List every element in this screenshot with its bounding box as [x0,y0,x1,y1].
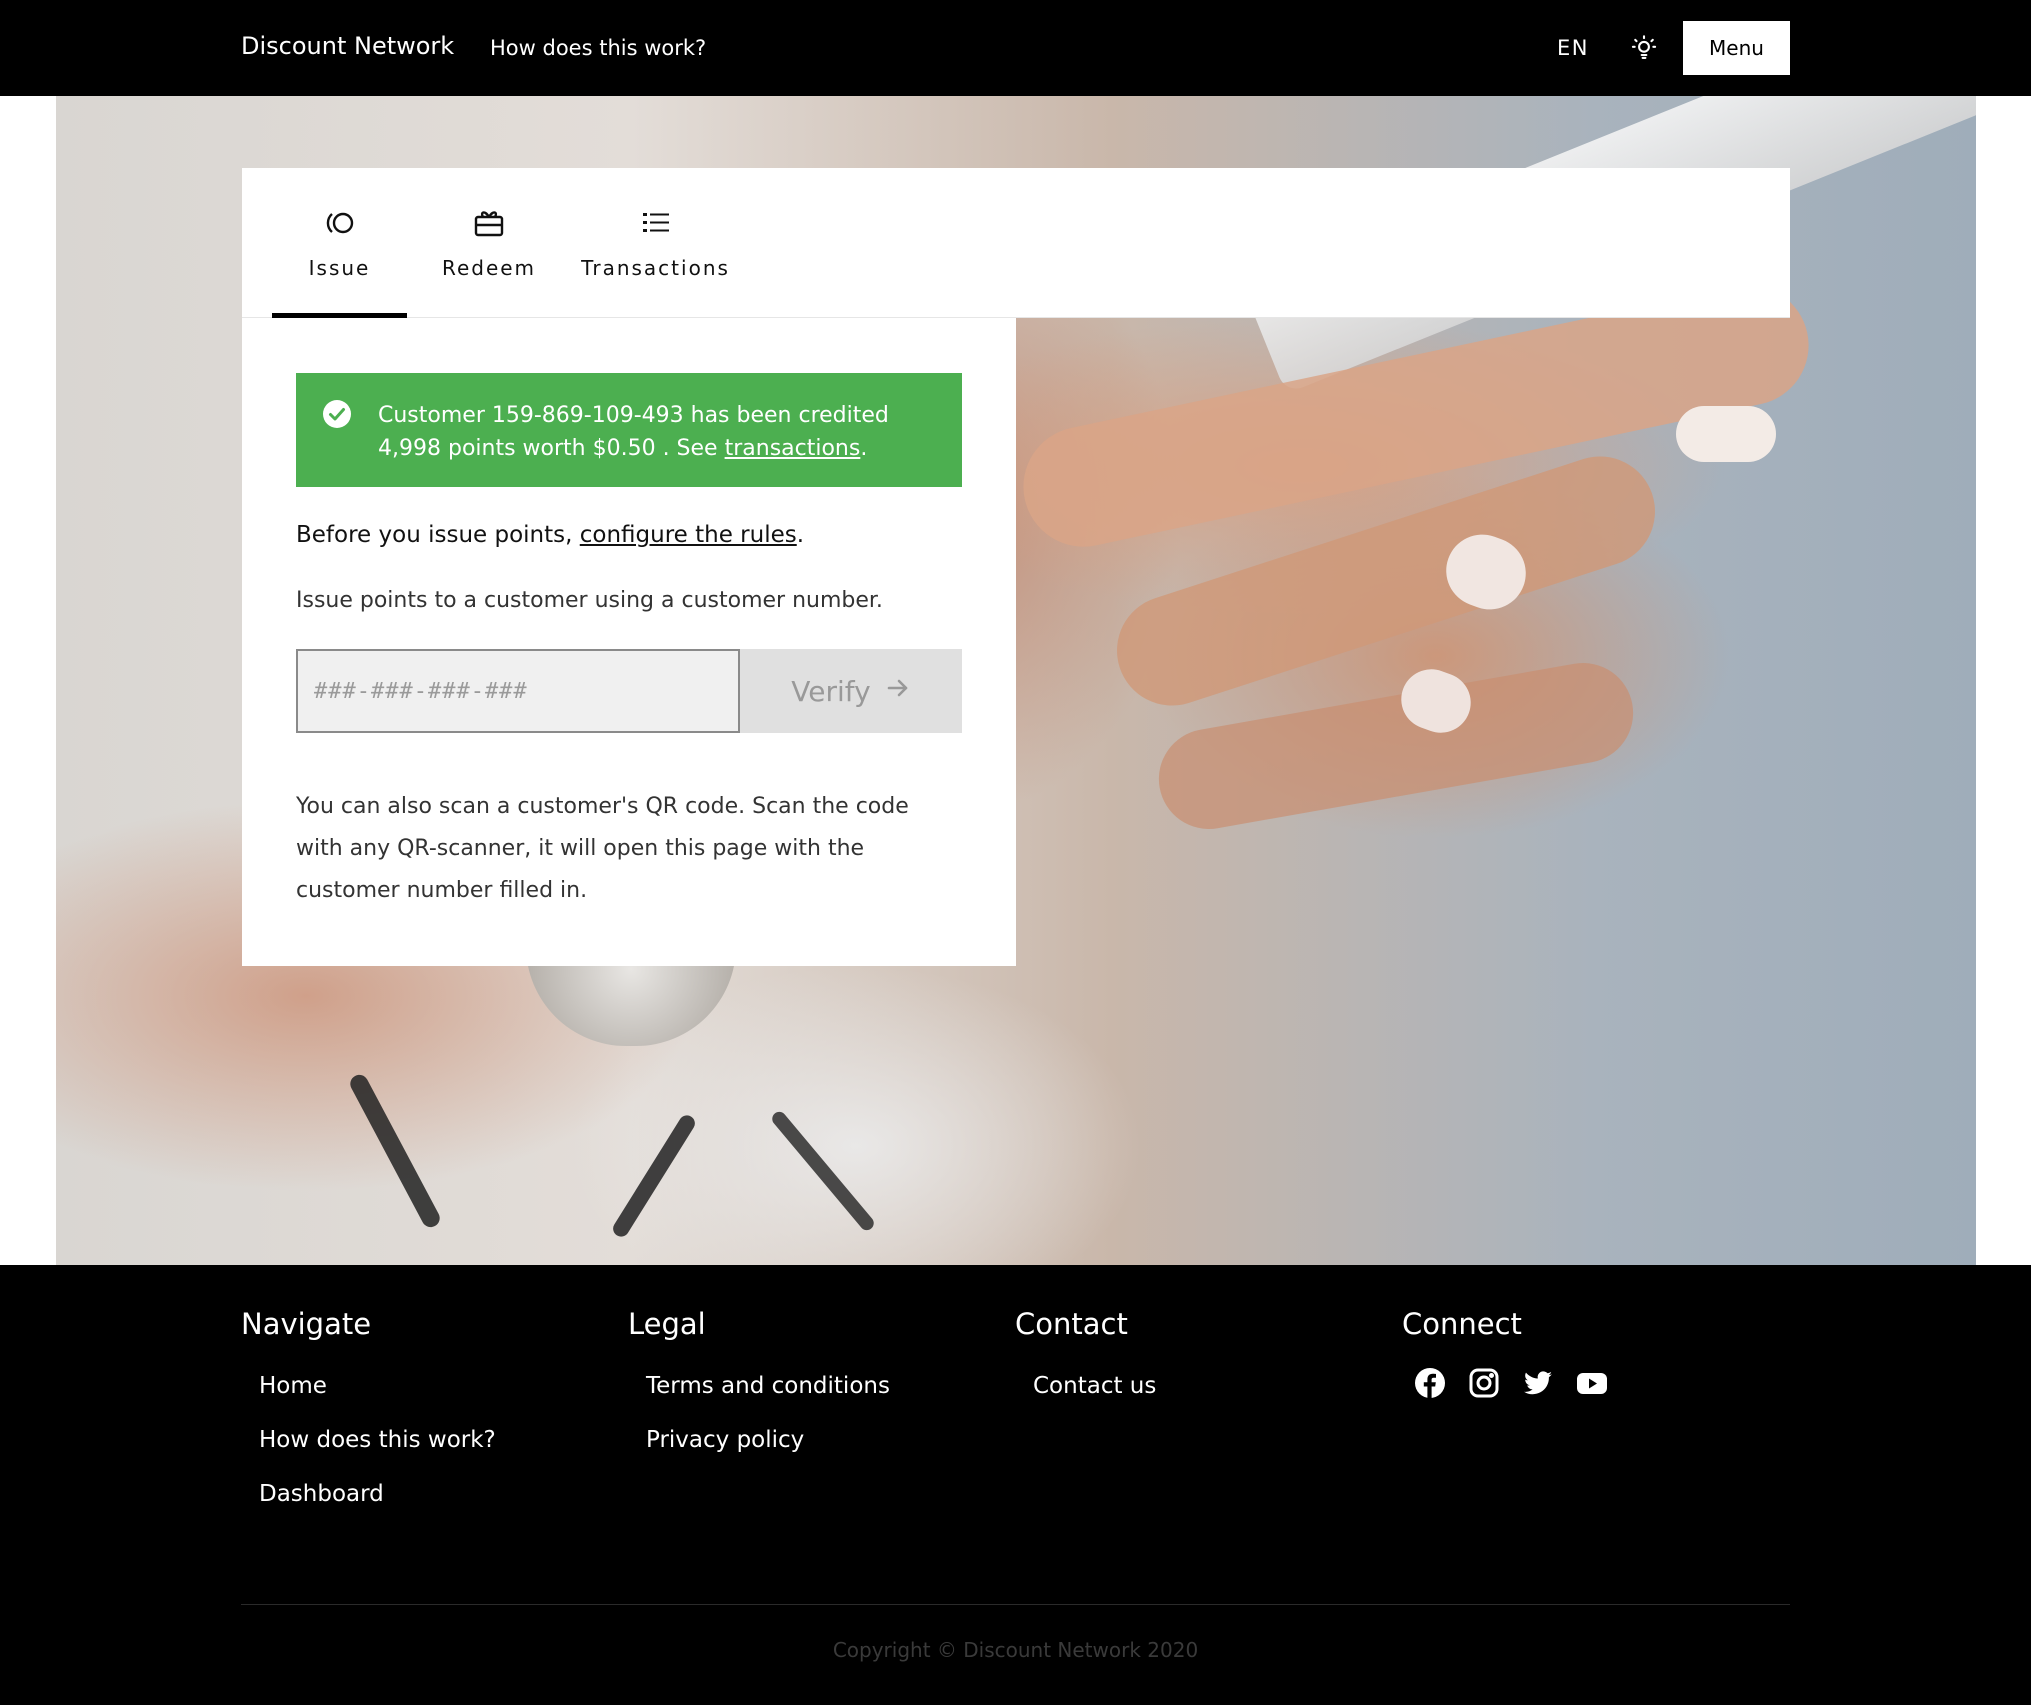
footer-link-privacy[interactable]: Privacy policy [646,1427,804,1453]
footer-link-how-it-works[interactable]: How does this work? [259,1427,496,1453]
language-switcher[interactable]: EN [1557,36,1589,60]
success-message: Customer 159-869-109-493 has been credit… [378,399,938,465]
tab-transactions-label: Transactions [581,256,730,280]
instagram-icon[interactable] [1468,1367,1500,1399]
tab-issue-label: Issue [308,256,371,280]
footer-heading-contact: Contact [1015,1307,1128,1341]
rules-suffix: . [796,522,805,548]
footer-connect: Connect [1402,1307,1608,1399]
footer-heading-navigate: Navigate [241,1307,372,1341]
footer-link-dashboard[interactable]: Dashboard [259,1481,384,1507]
issue-panel: Customer 159-869-109-493 has been credit… [242,318,1016,966]
rules-prefix: Before you issue points, [296,522,580,548]
footer-link-home[interactable]: Home [259,1373,327,1399]
qr-help-text: You can also scan a customer's QR code. … [296,794,909,903]
lightbulb-icon[interactable] [1630,34,1658,62]
twitter-icon[interactable] [1522,1367,1554,1399]
footer-link-terms[interactable]: Terms and conditions [646,1373,890,1399]
check-circle-icon [322,399,352,429]
tab-redeem[interactable]: Redeem [419,168,559,318]
issue-help-text: Issue points to a customer using a custo… [296,588,883,613]
tabs-bar: Issue Redeem Transactions [242,168,1790,318]
rules-notice: Before you issue points, configure the r… [296,522,976,548]
issue-points-icon [323,206,357,240]
menu-button[interactable]: Menu [1683,21,1790,75]
copyright-text: Copyright © Discount Network 2020 [832,1638,1199,1662]
configure-rules-link[interactable]: configure the rules [580,522,797,548]
footer-navigate: Navigate Home How does this work? Dashbo… [241,1307,496,1535]
footer-legal: Legal Terms and conditions Privacy polic… [628,1307,890,1481]
arrow-right-icon [885,675,911,708]
footer-heading-legal: Legal [628,1307,706,1341]
tab-issue[interactable]: Issue [272,168,407,318]
top-nav: Discount Network How does this work? EN … [0,0,2031,96]
brand-link[interactable]: Discount Network [241,32,454,60]
success-message-end: . [860,436,868,461]
tab-redeem-label: Redeem [441,256,537,280]
transactions-link[interactable]: transactions [725,436,861,461]
nail-shape [1676,406,1776,462]
footer-divider [241,1604,1790,1605]
success-alert: Customer 159-869-109-493 has been credit… [296,373,962,487]
shirt-print-3 [769,1109,877,1233]
verify-button[interactable]: Verify [740,649,962,733]
facebook-icon[interactable] [1414,1367,1446,1399]
gift-card-icon [472,206,506,240]
footer: Navigate Home How does this work? Dashbo… [0,1265,2031,1705]
list-icon [639,206,673,240]
footer-link-contact-us[interactable]: Contact us [1033,1373,1156,1399]
footer-heading-connect: Connect [1402,1307,1522,1341]
tab-transactions[interactable]: Transactions [568,168,743,318]
youtube-icon[interactable] [1576,1367,1608,1399]
footer-contact: Contact Contact us [1015,1307,1156,1427]
social-links [1414,1367,1608,1399]
verify-label: Verify [791,674,871,708]
how-it-works-link[interactable]: How does this work? [490,36,706,60]
customer-number-input[interactable] [296,649,740,733]
shirt-print-2 [610,1112,698,1240]
shirt-print [347,1071,443,1231]
